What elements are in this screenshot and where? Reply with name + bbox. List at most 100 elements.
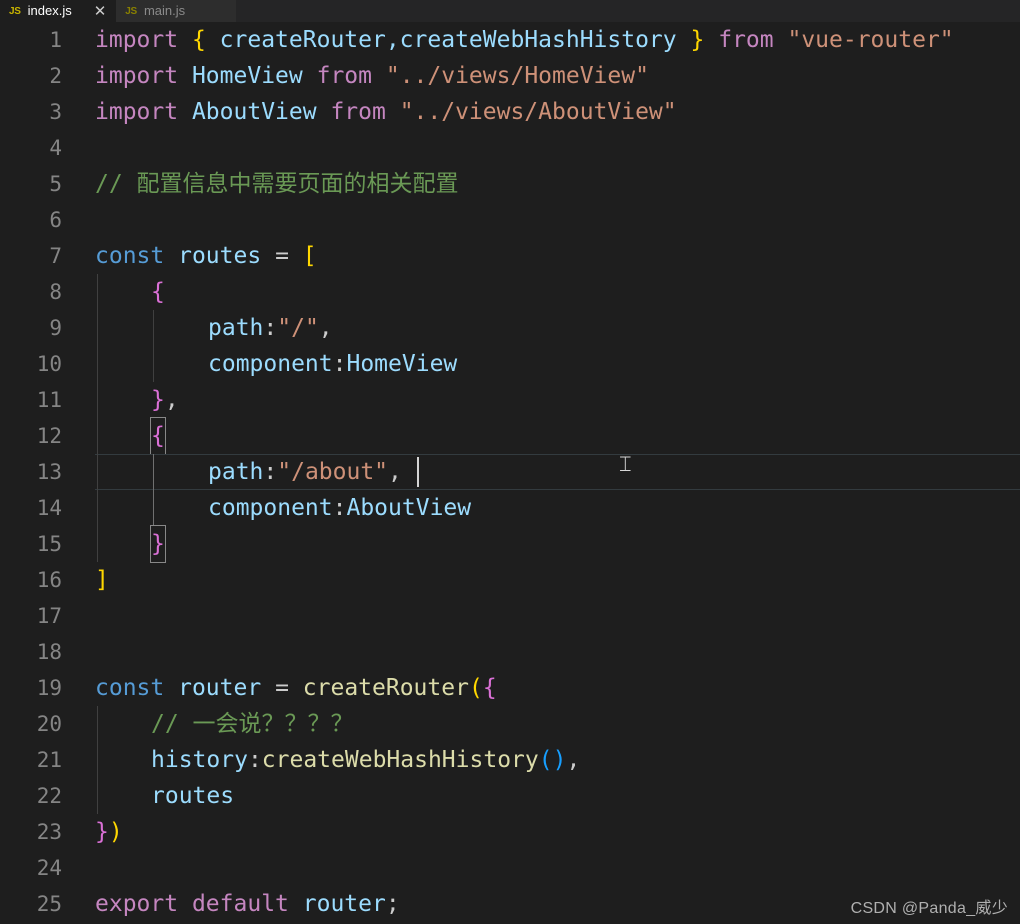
token-identifier: router (178, 675, 262, 701)
line-number: 16 (36, 568, 62, 592)
token-identifier: AboutView (191, 99, 317, 125)
code-line[interactable]: 22 routes (0, 778, 1020, 814)
line-content: const router = createRouter({ (95, 670, 497, 706)
token-property: component (208, 351, 333, 377)
token-keyword-from: from (718, 27, 774, 53)
code-line[interactable]: 9 path:"/", (0, 310, 1020, 346)
code-line[interactable]: 10 component:HomeView (0, 346, 1020, 382)
token-string: "/" (277, 315, 319, 341)
token-semicolon: ; (385, 891, 400, 917)
token-keyword-export: export (95, 891, 179, 917)
token-function: createWebHashHistory (261, 747, 539, 773)
code-line[interactable]: 8 { (0, 274, 1020, 310)
token-keyword: import (95, 99, 179, 125)
token-colon: : (263, 459, 278, 485)
tab-index-js[interactable]: JS index.js ✕ (0, 0, 117, 22)
code-line[interactable]: 2 import HomeView from "../views/HomeVie… (0, 58, 1020, 94)
token-identifier: createRouter,createWebHashHistory (219, 27, 677, 53)
indent-guide (97, 526, 98, 562)
token-string: "/about" (277, 459, 389, 485)
line-number: 9 (49, 316, 62, 340)
token-keyword: import (95, 63, 179, 89)
line-number: 13 (36, 460, 62, 484)
line-number: 18 (36, 640, 62, 664)
token-value: HomeView (346, 351, 458, 377)
token-function: createRouter (302, 675, 469, 701)
line-number: 4 (49, 136, 62, 160)
line-content: }, (151, 382, 179, 418)
code-line[interactable]: 23 }) (0, 814, 1020, 850)
code-line[interactable]: 14 component:AboutView (0, 490, 1020, 526)
token-parens: () (538, 747, 567, 773)
token-keyword-from: from (330, 99, 386, 125)
line-content: export default router; (95, 886, 400, 922)
token-brace-close: } (690, 27, 705, 53)
token-brace-close-matched: } (150, 525, 166, 563)
token-colon: : (247, 747, 262, 773)
watermark-text: CSDN @Panda_威少 (850, 900, 1008, 917)
token-comma: , (318, 315, 333, 341)
token-comma: , (566, 747, 581, 773)
indent-guide (97, 490, 98, 526)
indent-guide (97, 706, 98, 742)
code-editor[interactable]: 1 import { createRouter,createWebHashHis… (0, 22, 1020, 924)
token-colon: : (332, 495, 347, 521)
token-colon: : (263, 315, 278, 341)
tab-main-js[interactable]: JS main.js (116, 0, 237, 22)
token-operator: = (275, 675, 289, 701)
token-brace-close: } (95, 819, 109, 845)
indent-guide-active (153, 490, 154, 526)
line-number: 14 (36, 496, 62, 520)
code-line[interactable]: 15 } (0, 525, 1020, 563)
code-line[interactable]: 21 history:createWebHashHistory(), (0, 742, 1020, 778)
line-number: 24 (36, 856, 62, 880)
code-line[interactable]: 7 const routes = [ (0, 238, 1020, 274)
code-line[interactable]: 16 ] (0, 562, 1020, 598)
line-content: }) (95, 814, 123, 850)
js-file-icon: JS (125, 5, 137, 17)
indent-guide-active (153, 454, 154, 490)
code-line[interactable]: 6 (0, 202, 1020, 238)
token-string: "../views/HomeView" (385, 63, 649, 89)
code-line[interactable]: 1 import { createRouter,createWebHashHis… (0, 22, 1020, 58)
token-property: path (208, 315, 264, 341)
line-number: 21 (36, 748, 62, 772)
token-identifier: routes (178, 243, 262, 269)
code-line[interactable]: 17 (0, 598, 1020, 634)
token-string: "../views/AboutView" (399, 99, 677, 125)
indent-guide (97, 274, 98, 310)
token-paren-open: ( (468, 675, 483, 701)
line-content: ] (95, 562, 109, 598)
code-line[interactable]: 5 // 配置信息中需要页面的相关配置 (0, 166, 1020, 202)
code-line[interactable]: 12 { (0, 417, 1020, 455)
indent-guide (153, 346, 154, 382)
token-property: path (208, 459, 264, 485)
line-number: 1 (49, 28, 62, 52)
token-keyword-from: from (316, 63, 372, 89)
code-line[interactable]: 24 (0, 850, 1020, 886)
code-line[interactable]: 19 const router = createRouter({ (0, 670, 1020, 706)
code-line-active[interactable]: 13 path:"/about", (0, 454, 1020, 490)
line-number: 25 (36, 892, 62, 916)
token-property: component (208, 495, 333, 521)
line-number: 8 (49, 280, 62, 304)
code-line[interactable]: 4 (0, 130, 1020, 166)
line-content: history:createWebHashHistory(), (151, 742, 580, 778)
code-line[interactable]: 18 (0, 634, 1020, 670)
token-brace-open: { (191, 27, 206, 53)
line-content: import AboutView from "../views/AboutVie… (95, 94, 677, 130)
line-content: component:HomeView (208, 346, 457, 382)
code-line[interactable]: 11 }, (0, 382, 1020, 418)
line-number: 6 (49, 208, 62, 232)
close-icon[interactable]: ✕ (94, 4, 107, 19)
line-number: 19 (36, 676, 62, 700)
line-content: const routes = [ (95, 238, 317, 274)
token-bracket-close: ] (95, 567, 109, 593)
indent-guide (97, 382, 98, 418)
token-comment: // 一会说？？？？ (151, 711, 354, 737)
line-content: import HomeView from "../views/HomeView" (95, 58, 649, 94)
token-keyword-const: const (95, 675, 165, 701)
code-line[interactable]: 20 // 一会说？？？？ (0, 706, 1020, 742)
code-line[interactable]: 3 import AboutView from "../views/AboutV… (0, 94, 1020, 130)
line-number: 10 (36, 352, 62, 376)
